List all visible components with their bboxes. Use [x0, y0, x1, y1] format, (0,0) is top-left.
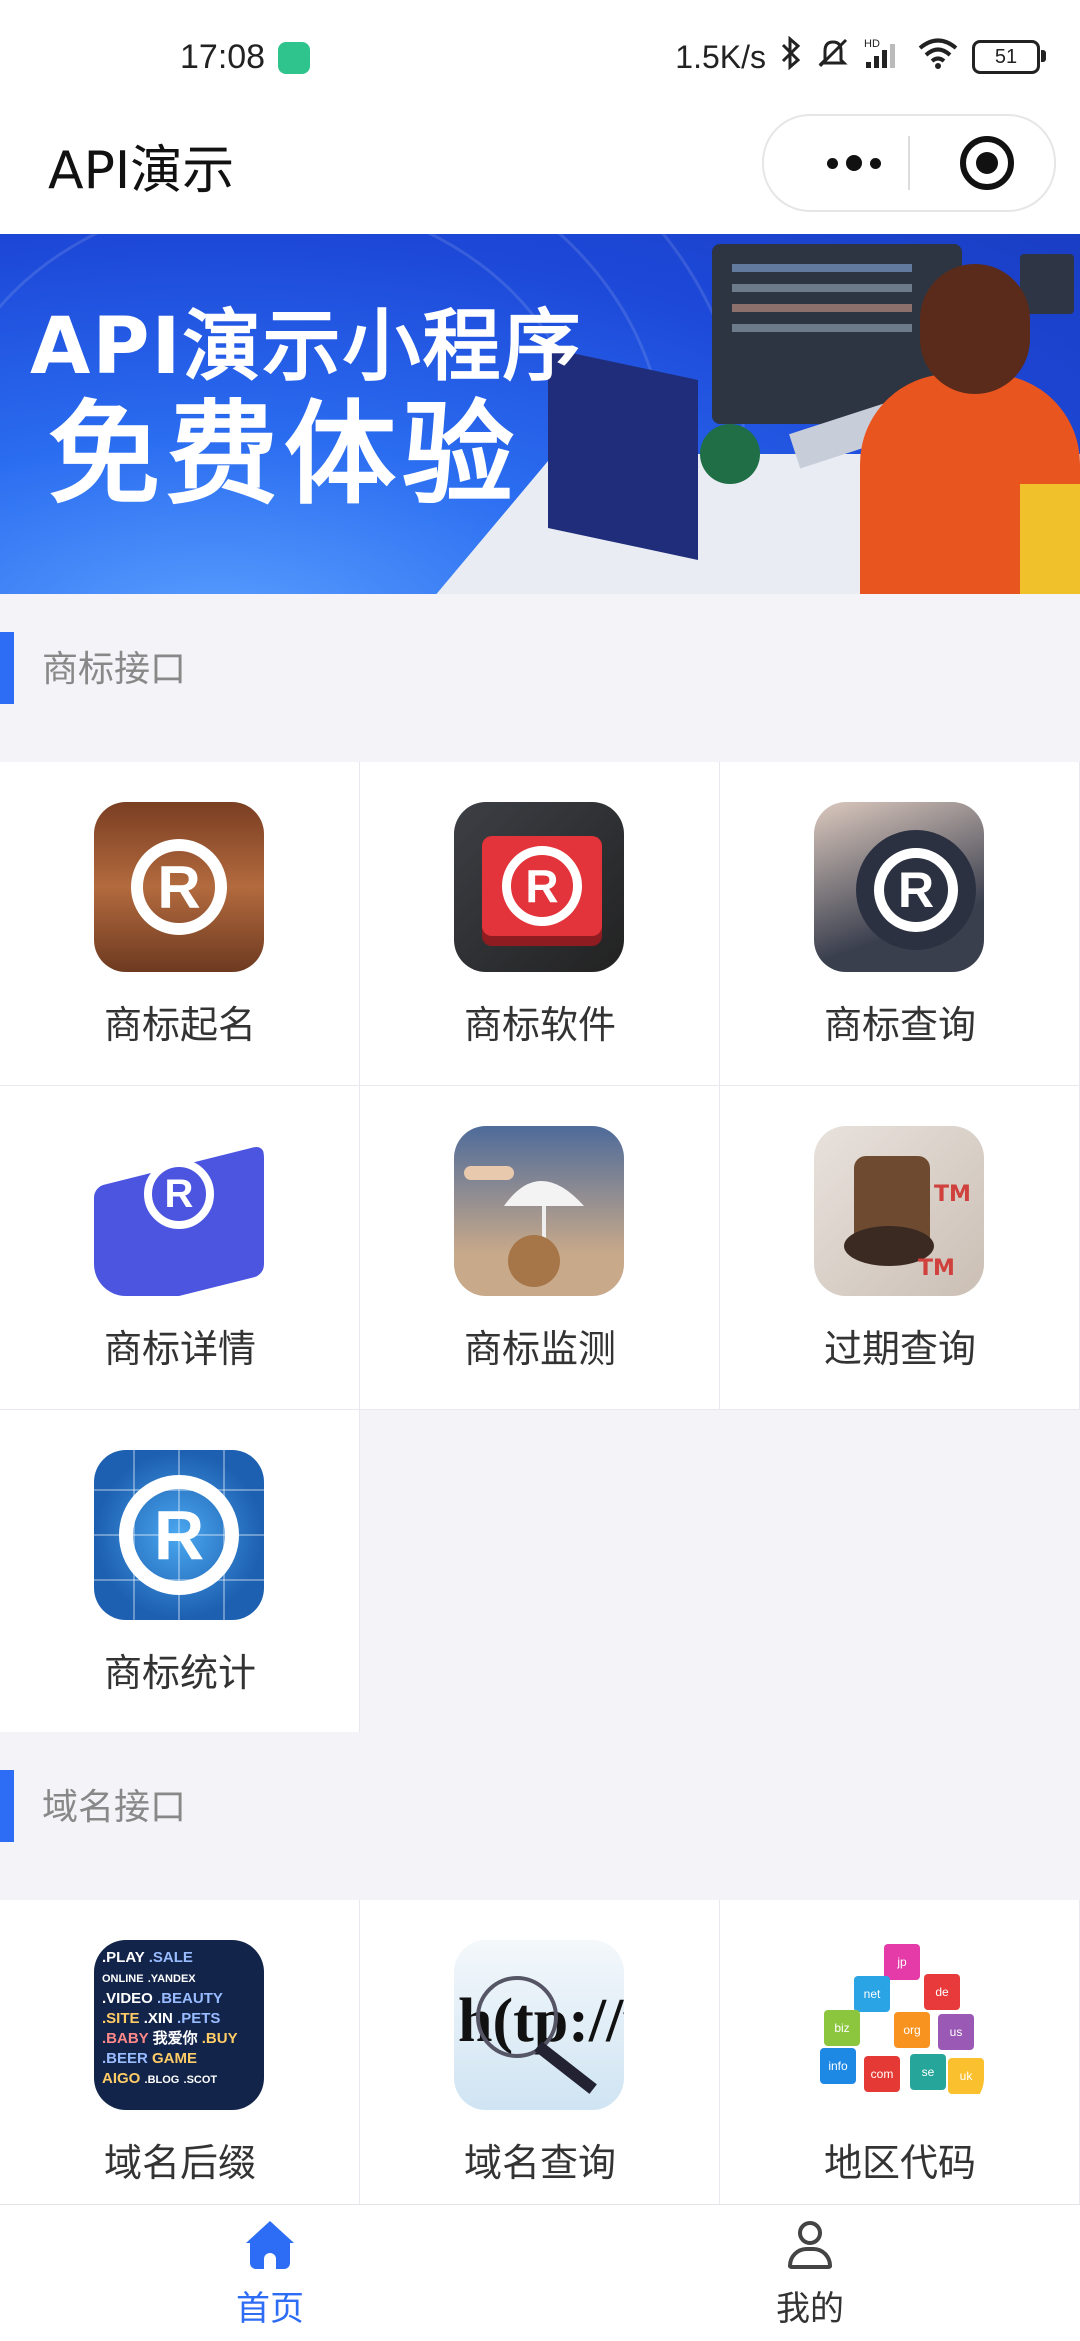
tld-cubes-icon: jp net de biz org us info com se uk — [814, 1940, 984, 2110]
target-circle-icon[interactable] — [960, 136, 1014, 190]
grid-item-domain-suffix[interactable]: .PLAY .SALE ONLINE .YANDEX .VIDEO .BEAUT… — [0, 1900, 360, 2224]
grid-item-label: 商标起名 — [103, 1003, 256, 1047]
status-time: 17:08 — [180, 38, 266, 76]
section-title: 域名接口 — [42, 1787, 187, 1828]
grid-empty-slot — [360, 1410, 720, 1734]
bottom-tab-bar: 首页 我的 — [0, 2204, 1080, 2341]
user-icon — [786, 2221, 834, 2269]
trademark-grid-icon: R — [94, 1450, 264, 1620]
capsule-divider — [908, 136, 910, 190]
grid-item-label: 商标软件 — [463, 1003, 616, 1047]
grid-item-label: 商标查询 — [823, 1003, 976, 1047]
section-accent-bar — [0, 1770, 14, 1842]
grid-item-domain-search[interactable]: h(tp://www. 域名查询 — [360, 1900, 720, 2224]
banner-carousel[interactable]: API演示小程序 免费体验 — [0, 234, 1080, 594]
trademark-slab-icon: R — [94, 1126, 264, 1296]
banner-subheadline: 免费体验 — [48, 390, 520, 520]
section-header-domain: 域名接口 — [0, 1732, 1080, 1844]
grid-item-region-code[interactable]: jp net de biz org us info com se uk 地区代码 — [720, 1900, 1080, 2224]
http-magnifier-icon: h(tp://www. — [454, 1940, 624, 2110]
grid-item-trademark-detail[interactable]: R 商标详情 — [0, 1086, 360, 1410]
page-title: API演示 — [48, 141, 235, 201]
trademark-key-icon: R — [454, 802, 624, 972]
bluetooth-icon — [780, 35, 802, 78]
app-badge-icon — [278, 42, 310, 74]
tab-label: 我的 — [776, 2289, 844, 2329]
plant-illustration — [700, 424, 760, 484]
grid-item-expired-search[interactable]: TM TM 过期查询 — [720, 1086, 1080, 1410]
tab-label: 首页 — [236, 2289, 304, 2329]
grid-item-label: 商标监测 — [463, 1327, 616, 1371]
svg-text:HD: HD — [864, 38, 880, 50]
wifi-icon — [918, 37, 958, 77]
grid-item-label: 过期查询 — [823, 1327, 976, 1371]
trademark-stamp-icon: TM TM — [814, 1126, 984, 1296]
grid-item-trademark-monitor[interactable]: 商标监测 — [360, 1086, 720, 1410]
grid-item-label: 域名后缀 — [103, 2141, 256, 2185]
grid-item-trademark-stats[interactable]: R 商标统计 — [0, 1410, 360, 1734]
section-title: 商标接口 — [42, 649, 187, 690]
grid-item-trademark-software[interactable]: R 商标软件 — [360, 762, 720, 1086]
status-indicators: 1.5K/s HD 51 — [675, 35, 1046, 78]
status-bar: 17:08 1.5K/s HD 51 — [0, 0, 1080, 110]
head-illustration — [920, 264, 1030, 394]
hd-signal-icon: HD — [864, 36, 904, 78]
grid-item-label: 域名查询 — [463, 2141, 616, 2185]
trademark-disc-icon: R — [814, 802, 984, 972]
mute-bell-icon — [816, 36, 850, 78]
grid-item-label: 商标统计 — [103, 1651, 256, 1695]
domain-suffix-icon: .PLAY .SALE ONLINE .YANDEX .VIDEO .BEAUT… — [94, 1940, 264, 2110]
domain-grid: .PLAY .SALE ONLINE .YANDEX .VIDEO .BEAUT… — [0, 1900, 1080, 2224]
grid-item-label: 商标详情 — [103, 1327, 256, 1371]
tab-home[interactable]: 首页 — [0, 2205, 540, 2341]
grid-item-trademark-search[interactable]: R 商标查询 — [720, 762, 1080, 1086]
trademark-grid: R 商标起名 R 商标软件 R 商标查询 R 商标详情 商标监测 TM TM 过… — [0, 762, 1080, 1734]
home-icon — [246, 2221, 294, 2269]
section-header-trademark: 商标接口 — [0, 594, 1080, 706]
menu-capsule — [762, 114, 1056, 212]
battery-icon: 51 — [972, 40, 1046, 74]
grid-item-trademark-naming[interactable]: R 商标起名 — [0, 762, 360, 1086]
trademark-umbrella-icon — [454, 1126, 624, 1296]
chair-illustration — [1020, 484, 1080, 594]
battery-level: 51 — [994, 45, 1018, 68]
tab-mine[interactable]: 我的 — [540, 2205, 1080, 2341]
grid-empty-slot — [720, 1410, 1080, 1734]
nav-bar: API演示 — [0, 110, 1080, 234]
section-accent-bar — [0, 632, 14, 704]
trademark-wood-icon: R — [94, 802, 264, 972]
network-speed: 1.5K/s — [675, 38, 766, 75]
more-dots-icon[interactable] — [804, 116, 904, 210]
grid-item-label: 地区代码 — [823, 2141, 976, 2185]
